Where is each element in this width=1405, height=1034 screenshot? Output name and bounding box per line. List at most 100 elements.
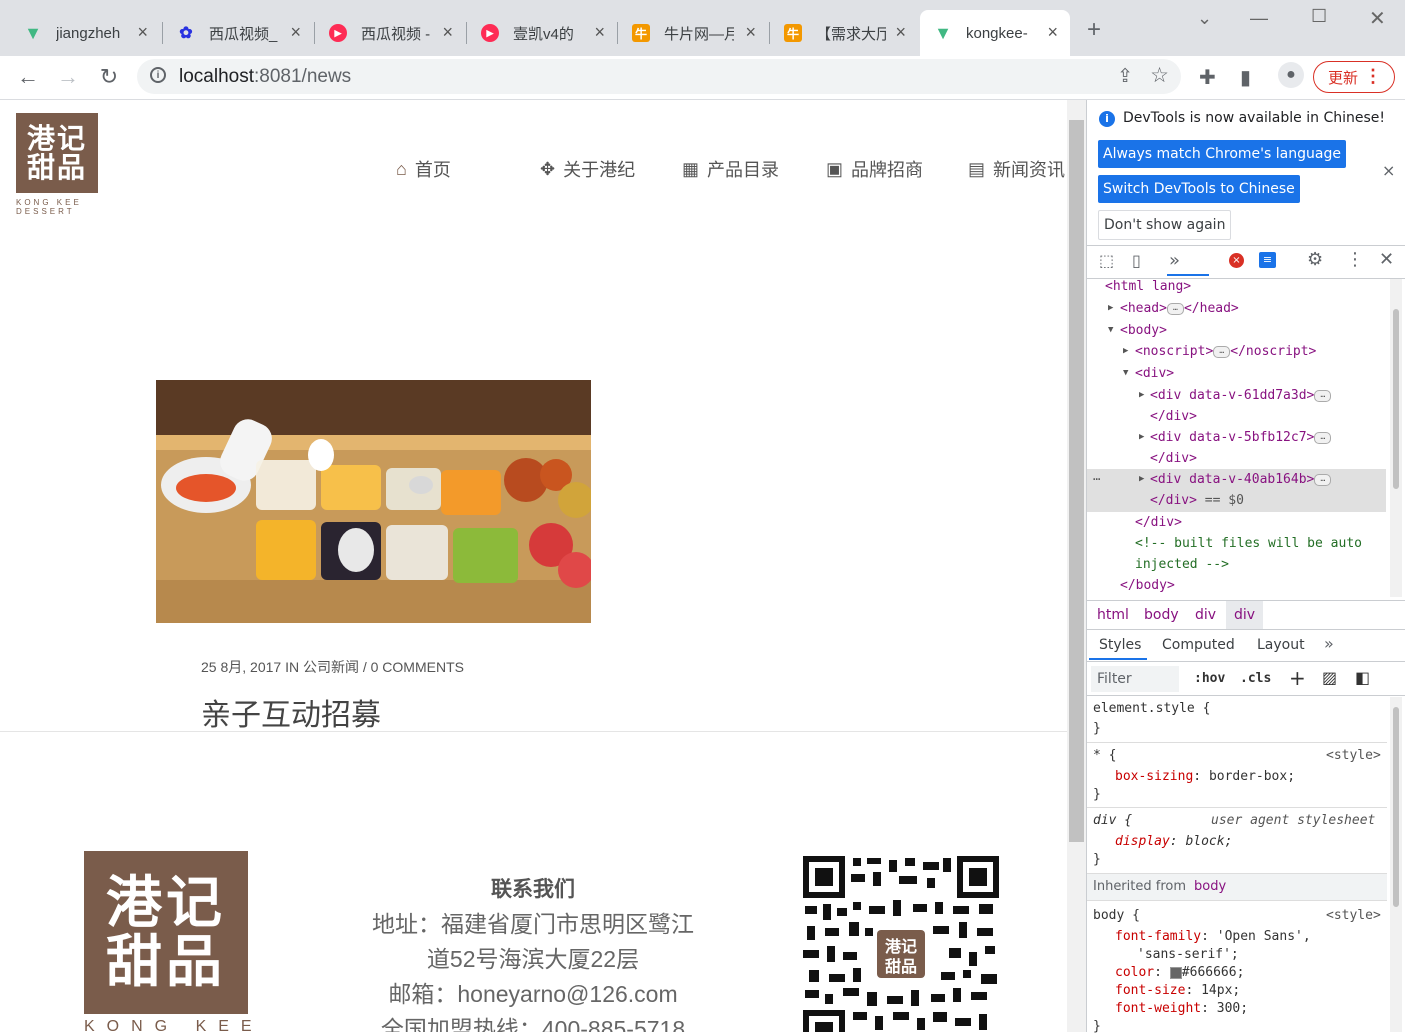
css-declaration[interactable]: font-family: 'Open Sans', [1115, 929, 1311, 944]
breadcrumb-item[interactable]: html [1097, 607, 1129, 623]
address-bar[interactable]: i localhost:8081/news ⇪ ☆ [137, 59, 1181, 94]
devtools-menu-icon[interactable]: ⋮ [1346, 249, 1364, 270]
color-swatch[interactable] [1169, 966, 1182, 979]
css-declaration[interactable]: display: block; [1115, 834, 1232, 849]
back-arrow-icon[interactable]: ← [14, 63, 42, 91]
dom-node[interactable]: <html lang> [1105, 279, 1191, 294]
browser-tab[interactable]: ✿ 西瓜视频_ × [163, 10, 313, 56]
inherited-from-link[interactable]: body [1194, 879, 1226, 894]
more-tabs-icon[interactable]: » [1324, 634, 1334, 653]
page-scrollbar[interactable] [1067, 100, 1086, 1032]
page-scrollbar-thumb[interactable] [1069, 120, 1084, 842]
minimize-icon[interactable]: — [1250, 8, 1268, 29]
dom-node[interactable]: </div> [1150, 451, 1197, 466]
nav-about[interactable]: ✥ 关于港纪 [540, 156, 635, 182]
tab-layout[interactable]: Layout [1257, 637, 1305, 653]
window-close-icon[interactable]: ✕ [1369, 6, 1386, 31]
styles-filter-input[interactable]: Filter [1091, 666, 1179, 692]
profile-avatar-icon[interactable]: ● [1278, 62, 1304, 88]
more-panels-icon[interactable]: » [1169, 250, 1180, 271]
inspect-element-icon[interactable]: ⬚ [1099, 251, 1114, 270]
breadcrumb-item[interactable]: div [1195, 607, 1216, 623]
css-declaration[interactable]: box-sizing: border-box; [1115, 769, 1295, 784]
new-tab-plus-icon[interactable]: + [1087, 18, 1101, 42]
css-declaration[interactable]: font-weight: 300; [1115, 1001, 1248, 1016]
dom-node[interactable]: </div> [1150, 409, 1197, 424]
breadcrumb-item[interactable]: body [1144, 607, 1179, 623]
dom-node[interactable]: <div data-v-5bfb12c7>… [1150, 430, 1332, 445]
dont-show-again-button[interactable]: Don't show again [1098, 210, 1232, 240]
menu-kebab-icon[interactable]: ⋮ [1364, 66, 1382, 86]
dom-comment[interactable]: injected --> [1135, 557, 1229, 572]
bookmark-star-icon[interactable]: ☆ [1150, 63, 1169, 88]
rule-source-link[interactable]: <style> [1326, 908, 1381, 923]
breadcrumb-item-active[interactable]: div [1226, 601, 1264, 629]
collapse-triangle-icon[interactable]: ▼ [1123, 368, 1128, 378]
post-category-link[interactable]: 公司新闻 [303, 659, 359, 675]
device-toolbar-icon[interactable]: ▯ [1132, 251, 1141, 270]
browser-tab-active[interactable]: ▼ kongkee- × [920, 10, 1070, 56]
browser-tab[interactable]: ▶ 壹凯v4的 × [467, 10, 617, 56]
tab-styles[interactable]: Styles [1099, 637, 1141, 653]
close-icon[interactable]: × [895, 23, 906, 41]
always-match-language-button[interactable]: Always match Chrome's language [1098, 140, 1346, 168]
dom-node-selected[interactable]: <div data-v-40ab164b>… [1150, 472, 1332, 487]
expand-triangle-icon[interactable]: ▶ [1123, 346, 1128, 356]
dom-node[interactable]: <body> [1120, 323, 1167, 338]
share-icon[interactable]: ⇪ [1117, 65, 1133, 88]
update-button[interactable]: 更新 ⋮ [1313, 61, 1395, 93]
styles-scrollbar[interactable] [1390, 697, 1402, 1032]
nav-franchise[interactable]: ▣ 品牌招商 [826, 156, 923, 182]
dom-node[interactable]: <head>… </head> [1120, 301, 1239, 316]
side-panel-icon[interactable]: ▮ [1240, 65, 1251, 90]
maximize-icon[interactable]: ☐ [1311, 6, 1327, 27]
close-icon[interactable]: × [137, 23, 148, 41]
close-icon[interactable]: × [1047, 23, 1058, 41]
body-rule-selector[interactable]: body { [1093, 908, 1140, 923]
site-info-icon[interactable]: i [150, 67, 166, 83]
collapse-triangle-icon[interactable]: ▼ [1108, 325, 1113, 335]
tab-computed[interactable]: Computed [1162, 637, 1235, 653]
close-icon[interactable]: × [442, 23, 453, 41]
browser-tab[interactable]: ▼ jiangzheh × [10, 10, 160, 56]
cls-toggle[interactable]: .cls [1240, 671, 1271, 686]
expand-triangle-icon[interactable]: ▶ [1139, 474, 1144, 484]
star-rule-selector[interactable]: * { [1093, 748, 1116, 763]
forward-arrow-icon[interactable]: → [54, 63, 82, 91]
expand-triangle-icon[interactable]: ▶ [1139, 432, 1144, 442]
close-devtools-icon[interactable]: ✕ [1379, 249, 1394, 270]
hov-toggle[interactable]: :hov [1194, 671, 1225, 686]
switch-to-chinese-button[interactable]: Switch DevTools to Chinese [1098, 175, 1300, 203]
dom-node[interactable]: <div data-v-61dd7a3d>… [1150, 388, 1332, 403]
dom-node[interactable]: </body> [1120, 578, 1175, 593]
error-count-icon[interactable]: × [1229, 253, 1244, 268]
extensions-puzzle-icon[interactable]: ✚ [1199, 65, 1216, 90]
node-options-ellipsis-icon[interactable]: ⋯ [1093, 472, 1100, 486]
post-comments[interactable]: / 0 COMMENTS [363, 659, 464, 675]
issues-icon[interactable]: ≡ [1259, 252, 1276, 268]
site-logo[interactable]: 港记 甜品 KONG KEE DESSERT [16, 113, 100, 216]
reload-icon[interactable]: ↻ [95, 63, 123, 91]
paint-brush-icon[interactable]: ▨ [1322, 668, 1337, 687]
rule-source-link[interactable]: <style> [1326, 748, 1381, 763]
toggle-sidebar-icon[interactable]: ◧ [1355, 668, 1370, 687]
dom-scrollbar[interactable] [1390, 279, 1402, 597]
browser-tab[interactable]: ▶ 西瓜视频 - × [315, 10, 465, 56]
new-style-rule-icon[interactable]: + [1289, 666, 1306, 690]
dom-scrollbar-thumb[interactable] [1393, 309, 1399, 489]
expand-triangle-icon[interactable]: ▶ [1108, 303, 1113, 313]
post-image[interactable] [156, 380, 591, 623]
browser-tab[interactable]: 牛 【需求大厅 × [770, 10, 918, 56]
styles-scrollbar-thumb[interactable] [1393, 707, 1399, 907]
dom-node[interactable]: <noscript>… </noscript> [1135, 344, 1316, 359]
expand-triangle-icon[interactable]: ▶ [1139, 390, 1144, 400]
nav-home[interactable]: ⌂ 首页 [396, 156, 451, 182]
post-title[interactable]: 亲子互动招募 [201, 690, 381, 734]
nav-products[interactable]: ▦ 产品目录 [682, 156, 779, 182]
close-notice-icon[interactable]: × [1382, 161, 1395, 180]
div-rule-selector[interactable]: div { [1093, 813, 1132, 828]
dom-node[interactable]: <div> [1135, 366, 1174, 381]
dom-comment[interactable]: <!-- built files will be auto [1135, 536, 1362, 551]
dom-node[interactable]: </div> [1135, 515, 1182, 530]
tab-search-chevron-icon[interactable]: ⌄ [1197, 8, 1212, 29]
